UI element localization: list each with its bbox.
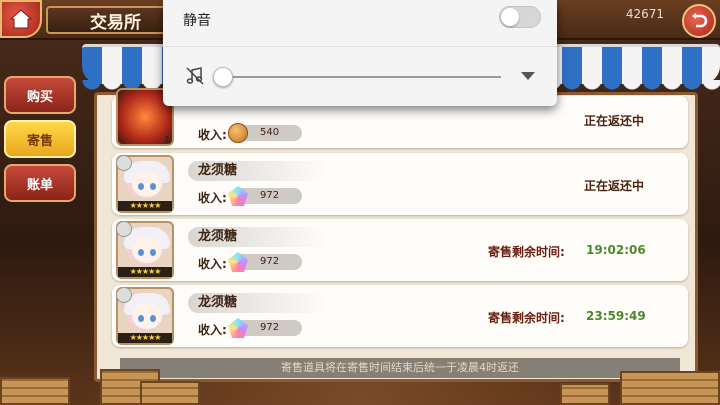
divider [163, 46, 557, 47]
item-name: 龙须糖 [188, 293, 328, 313]
listing-card[interactable]: ★★★★★ 龙须糖 收入: 972 正在返还中 [112, 153, 688, 215]
remaining-time-value: 19:02:06 [586, 243, 646, 257]
page-title: 交易所 [90, 12, 141, 33]
toggle-knob [501, 8, 519, 26]
character-portrait-icon[interactable]: ★★★★★ [116, 287, 174, 345]
listing-card[interactable]: ★★★★★ 龙须糖 收入: 972 寄售剩余时间: 23:59:49 [112, 285, 688, 347]
listing-card[interactable]: ★★★★★ 龙须糖 收入: 972 寄售剩余时间: 19:02:06 [112, 219, 688, 281]
star-rating: ★★★★★ [118, 267, 172, 277]
item-name: 龙须糖 [188, 227, 328, 247]
character-portrait-icon[interactable]: ★★★★★ [116, 155, 174, 213]
crate-decoration [140, 381, 200, 405]
tab-bill-label: 账单 [26, 177, 53, 193]
music-note-icon [186, 67, 204, 85]
lock-badge-icon [116, 287, 132, 303]
item-name: 龙须糖 [188, 161, 328, 181]
star-rating: ★★★★★ [118, 201, 172, 211]
income-label: 收入: [198, 191, 227, 205]
remaining-time-label: 寄售剩余时间: [488, 311, 565, 325]
star-rating: ★★★★★ [118, 333, 172, 343]
listing-status: 正在返还中 [583, 114, 644, 128]
footer-notice-text: 寄售道具将在寄售时间结束后统一于凌晨4时返还 [281, 361, 519, 374]
back-button[interactable] [682, 4, 716, 38]
listing-status: 正在返还中 [583, 179, 644, 193]
crate-decoration [620, 371, 720, 405]
tab-buy-label: 购买 [26, 89, 53, 105]
crate-decoration [0, 377, 70, 405]
item-stack-count: 3 [163, 135, 169, 144]
lock-badge-icon [116, 221, 132, 237]
coin-icon [228, 123, 248, 143]
crate-decoration [560, 383, 610, 405]
income-value: 540 [260, 127, 280, 138]
tab-consign-label: 寄售 [26, 133, 53, 149]
income-label: 收入: [198, 257, 227, 271]
mute-label: 静音 [183, 13, 211, 29]
mute-toggle[interactable] [499, 6, 541, 28]
chevron-down-icon[interactable] [521, 72, 535, 80]
volume-slider-track[interactable] [223, 76, 501, 78]
income-value: 972 [260, 322, 280, 333]
currency-main-value: 42671 [625, 7, 664, 21]
home-icon [10, 9, 32, 29]
tab-bill[interactable]: 账单 [4, 164, 76, 202]
income-value: 972 [260, 190, 280, 201]
audio-settings-dropdown: 静音 [163, 0, 557, 106]
remaining-time-label: 寄售剩余时间: [488, 245, 565, 259]
back-arrow-icon [692, 13, 708, 28]
remaining-time-value: 23:59:49 [586, 309, 646, 323]
income-label: 收入: [198, 128, 227, 142]
lock-badge-icon [116, 155, 132, 171]
tab-buy[interactable]: 购买 [4, 76, 76, 114]
footer-notice: 寄售道具将在寄售时间结束后统一于凌晨4时返还 [120, 358, 680, 378]
character-portrait-icon[interactable]: ★★★★★ [116, 221, 174, 279]
home-button[interactable] [0, 0, 42, 38]
tab-consign[interactable]: 寄售 [4, 120, 76, 158]
volume-slider-thumb[interactable] [213, 67, 233, 87]
income-value: 972 [260, 256, 280, 267]
income-label: 收入: [198, 323, 227, 337]
